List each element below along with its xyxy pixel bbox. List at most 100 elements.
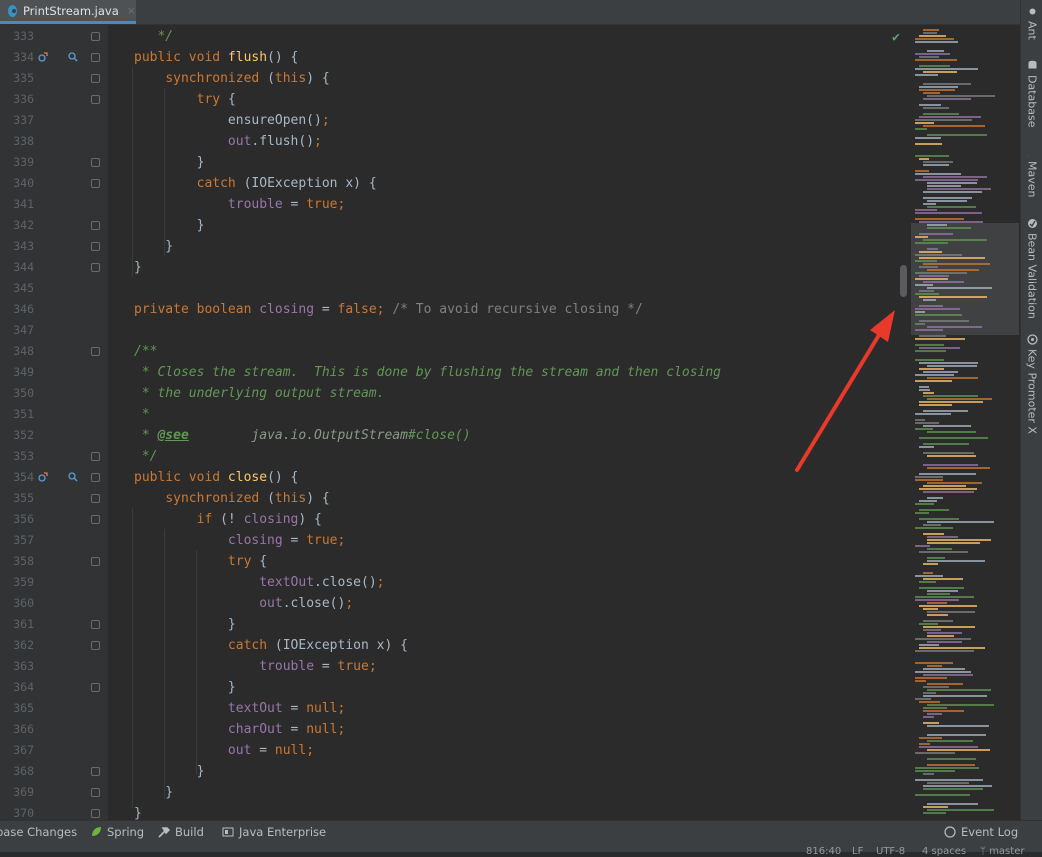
tool-window-key-promoter-x[interactable]: Key Promoter X [1023,334,1041,434]
line-number[interactable]: 333 [0,26,34,47]
code-line[interactable]: 346 private boolean closing = false; /* T… [0,299,1000,320]
line-number[interactable]: 350 [0,383,34,404]
code-line[interactable]: 363 trouble = true; [0,656,1000,677]
line-number[interactable]: 343 [0,236,34,257]
tool-window-maven[interactable]: m Maven [1023,146,1041,197]
line-number[interactable]: 346 [0,299,34,320]
line-number[interactable]: 359 [0,572,34,593]
line-number[interactable]: 352 [0,425,34,446]
code-line[interactable]: 340 catch (IOException x) { [0,173,1000,194]
fold-marker-icon[interactable] [91,347,100,356]
git-branch[interactable]: ᛘ master [980,846,1024,857]
line-number[interactable]: 349 [0,362,34,383]
fold-marker-icon[interactable] [91,809,100,818]
code-minimap[interactable] [911,25,1021,820]
line-number[interactable]: 357 [0,530,34,551]
line-number[interactable]: 347 [0,320,34,341]
line-number[interactable]: 344 [0,257,34,278]
fold-marker-icon[interactable] [91,515,100,524]
code-line[interactable]: 339 } [0,152,1000,173]
code-line[interactable]: 355 synchronized (this) { [0,488,1000,509]
line-number[interactable]: 353 [0,446,34,467]
code-line[interactable]: 368 } [0,761,1000,782]
line-number[interactable]: 335 [0,68,34,89]
indent-setting[interactable]: 4 spaces [922,846,966,857]
code-line[interactable]: 349 * Closes the stream. This is done by… [0,362,1000,383]
line-number[interactable]: 355 [0,488,34,509]
line-number[interactable]: 369 [0,782,34,803]
fold-marker-icon[interactable] [91,683,100,692]
fold-marker-icon[interactable] [91,263,100,272]
code-line[interactable]: 354 public void close() { [0,467,1000,488]
fold-marker-icon[interactable] [91,641,100,650]
code-line[interactable]: 362 catch (IOException x) { [0,635,1000,656]
code-line[interactable]: 350 * the underlying output stream. [0,383,1000,404]
line-number[interactable]: 342 [0,215,34,236]
event-log-button[interactable]: Event Log [944,824,1018,840]
line-number[interactable]: 362 [0,635,34,656]
fold-marker-icon[interactable] [91,74,100,83]
line-number[interactable]: 340 [0,173,34,194]
override-method-icon[interactable] [38,472,48,482]
code-line[interactable]: 358 try { [0,551,1000,572]
fold-marker-icon[interactable] [91,32,100,41]
tool-window-bean-validation[interactable]: Bean Validation [1023,218,1041,319]
file-tab-printstream[interactable]: PrintStream.java × [0,0,136,24]
cursor-position[interactable]: 816:40 [806,846,841,857]
fold-marker-icon[interactable] [91,620,100,629]
line-number[interactable]: 337 [0,110,34,131]
fold-marker-icon[interactable] [91,158,100,167]
line-number[interactable]: 339 [0,152,34,173]
line-number[interactable]: 365 [0,698,34,719]
code-line[interactable]: 360 out.close(); [0,593,1000,614]
search-usages-icon[interactable] [68,472,78,482]
line-number[interactable]: 341 [0,194,34,215]
line-number[interactable]: 366 [0,719,34,740]
code-line[interactable]: 347 [0,320,1000,341]
code-line[interactable]: 344} [0,257,1000,278]
code-line[interactable]: 341 trouble = true; [0,194,1000,215]
code-line[interactable]: 335 synchronized (this) { [0,68,1000,89]
vertical-scrollbar[interactable] [900,265,907,297]
fold-marker-icon[interactable] [91,242,100,251]
line-number[interactable]: 354 [0,467,34,488]
line-number[interactable]: 336 [0,89,34,110]
code-line[interactable]: 365 textOut = null; [0,698,1000,719]
code-line[interactable]: 353 */ [0,446,1000,467]
fold-marker-icon[interactable] [91,221,100,230]
line-number[interactable]: 361 [0,614,34,635]
code-line[interactable]: 336 try { [0,89,1000,110]
java-enterprise-tool-button[interactable]: Java Enterprise [222,824,326,840]
code-line[interactable]: 345 [0,278,1000,299]
fold-marker-icon[interactable] [91,473,100,482]
code-line[interactable]: 343 } [0,236,1000,257]
file-encoding[interactable]: UTF-8 [876,846,905,857]
inspection-ok-icon[interactable]: ✔ [892,30,900,45]
version-control-changes-button[interactable]: base Changes [0,824,77,840]
code-line[interactable]: 348 /** [0,341,1000,362]
line-separator[interactable]: LF [852,846,863,857]
line-number[interactable]: 358 [0,551,34,572]
line-number[interactable]: 364 [0,677,34,698]
code-line[interactable]: 359 textOut.close(); [0,572,1000,593]
code-line[interactable]: 342 } [0,215,1000,236]
code-line[interactable]: 351 * [0,404,1000,425]
line-number[interactable]: 351 [0,404,34,425]
code-line[interactable]: 357 closing = true; [0,530,1000,551]
code-line[interactable]: 352 * @see java.io.OutputStream#close() [0,425,1000,446]
fold-marker-icon[interactable] [91,557,100,566]
tool-window-database[interactable]: Database [1023,60,1041,128]
line-number[interactable]: 367 [0,740,34,761]
fold-marker-icon[interactable] [91,95,100,104]
line-number[interactable]: 348 [0,341,34,362]
build-tool-button[interactable]: Build [158,824,204,840]
code-line[interactable]: 338 out.flush(); [0,131,1000,152]
fold-marker-icon[interactable] [91,53,100,62]
line-number[interactable]: 338 [0,131,34,152]
line-number[interactable]: 360 [0,593,34,614]
line-number[interactable]: 363 [0,656,34,677]
code-line[interactable]: 361 } [0,614,1000,635]
fold-marker-icon[interactable] [91,179,100,188]
spring-tool-button[interactable]: Spring [90,824,144,840]
fold-marker-icon[interactable] [91,767,100,776]
